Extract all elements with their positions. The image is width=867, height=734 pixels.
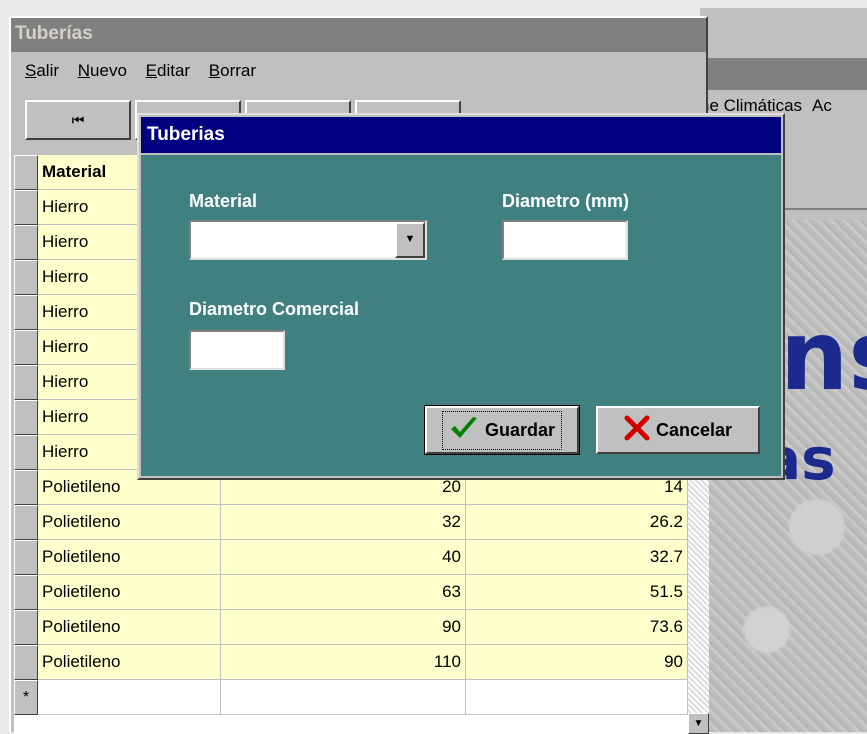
table-row[interactable]: Polietileno 110 90 — [14, 645, 688, 680]
row-selector[interactable] — [14, 260, 38, 295]
table-row[interactable]: Polietileno 32 26.2 — [14, 505, 688, 540]
cell-material[interactable]: Polietileno — [38, 610, 221, 645]
row-selector[interactable] — [14, 400, 38, 435]
cell-material[interactable]: Polietileno — [38, 505, 221, 540]
cell-diametro-interior[interactable]: 26.2 — [466, 505, 688, 540]
new-cell-material[interactable] — [38, 680, 221, 715]
row-selector[interactable] — [14, 295, 38, 330]
row-selector[interactable] — [14, 540, 38, 575]
cell-diametro-interior[interactable]: 90 — [466, 645, 688, 680]
menu-label-rest: orrar — [220, 61, 257, 80]
guardar-button-label: Guardar — [484, 419, 556, 440]
diametro-input[interactable] — [502, 220, 628, 260]
menu-label-rest: alir — [36, 61, 60, 80]
table-row[interactable]: Polietileno 90 73.6 — [14, 610, 688, 645]
cell-material[interactable]: Polietileno — [38, 540, 221, 575]
first-record-button[interactable]: ⏮ — [25, 100, 131, 140]
background-heading-fragment: ns — [780, 300, 867, 412]
row-selector[interactable] — [14, 330, 38, 365]
scroll-down-arrow[interactable]: ▼ — [688, 713, 709, 734]
new-cell-diametro[interactable] — [221, 680, 466, 715]
cancelar-button-label: Cancelar — [655, 419, 733, 440]
x-icon — [624, 415, 650, 446]
menu-nuevo[interactable]: Nuevo — [78, 61, 127, 80]
row-selector[interactable] — [14, 365, 38, 400]
row-selector[interactable] — [14, 575, 38, 610]
header-selector[interactable] — [14, 155, 38, 190]
material-label: Material — [189, 191, 258, 211]
chevron-down-icon[interactable]: ▼ — [395, 222, 425, 258]
cell-diametro[interactable]: 90 — [221, 610, 466, 645]
diametro-comercial-label: Diametro Comercial — [189, 299, 360, 319]
background-menu-item[interactable]: Ac — [812, 96, 832, 115]
cell-diametro[interactable]: 63 — [221, 575, 466, 610]
cell-diametro[interactable]: 40 — [221, 540, 466, 575]
material-combobox[interactable]: ▼ — [189, 220, 427, 260]
new-cell-diametro-interior[interactable] — [466, 680, 688, 715]
access-key: N — [77, 61, 91, 80]
cell-diametro[interactable]: 32 — [221, 505, 466, 540]
table-row[interactable]: Polietileno 63 51.5 — [14, 575, 688, 610]
first-record-icon: ⏮ — [71, 112, 85, 128]
new-row-marker[interactable]: * — [14, 680, 38, 715]
table-row[interactable]: Polietileno 40 32.7 — [14, 540, 688, 575]
row-selector[interactable] — [14, 190, 38, 225]
guardar-focus-rect: Guardar — [441, 410, 563, 450]
dialog-body: Material ▼ Diametro (mm) Diametro Comerc… — [141, 155, 781, 476]
tuberias-dialog: Tuberias Material ▼ Diametro (mm) Diamet… — [137, 113, 785, 480]
diametro-comercial-input[interactable] — [189, 330, 285, 370]
cell-material[interactable]: Polietileno — [38, 645, 221, 680]
access-key: B — [208, 61, 221, 80]
menu-salir[interactable]: Salir — [25, 61, 59, 80]
cancelar-button[interactable]: Cancelar — [596, 406, 760, 454]
row-selector[interactable] — [14, 610, 38, 645]
row-selector[interactable] — [14, 645, 38, 680]
menu-borrar[interactable]: Borrar — [209, 61, 256, 80]
menu-label-rest: ditar — [156, 61, 191, 80]
row-selector[interactable] — [14, 435, 38, 470]
cell-diametro-interior[interactable]: 73.6 — [466, 610, 688, 645]
cell-material[interactable]: Polietileno — [38, 575, 221, 610]
menubar: Salir Nuevo Editar Borrar — [11, 56, 706, 90]
cell-diametro[interactable]: 110 — [221, 645, 466, 680]
background-titlebar — [700, 58, 867, 90]
access-key: S — [25, 61, 37, 80]
cell-diametro-interior[interactable]: 32.7 — [466, 540, 688, 575]
checkmark-icon — [449, 416, 479, 445]
row-selector[interactable] — [14, 470, 38, 505]
new-record-row[interactable]: * — [14, 680, 688, 715]
diametro-label: Diametro (mm) — [502, 191, 630, 211]
window-title: Tuberías — [11, 18, 706, 52]
guardar-button[interactable]: Guardar — [424, 405, 580, 455]
row-selector[interactable] — [14, 225, 38, 260]
dialog-title: Tuberias — [141, 117, 781, 153]
row-selector[interactable] — [14, 505, 38, 540]
menu-editar[interactable]: Editar — [146, 61, 190, 80]
cell-diametro-interior[interactable]: 51.5 — [466, 575, 688, 610]
menu-label-rest: uevo — [90, 61, 127, 80]
access-key: E — [145, 61, 157, 80]
